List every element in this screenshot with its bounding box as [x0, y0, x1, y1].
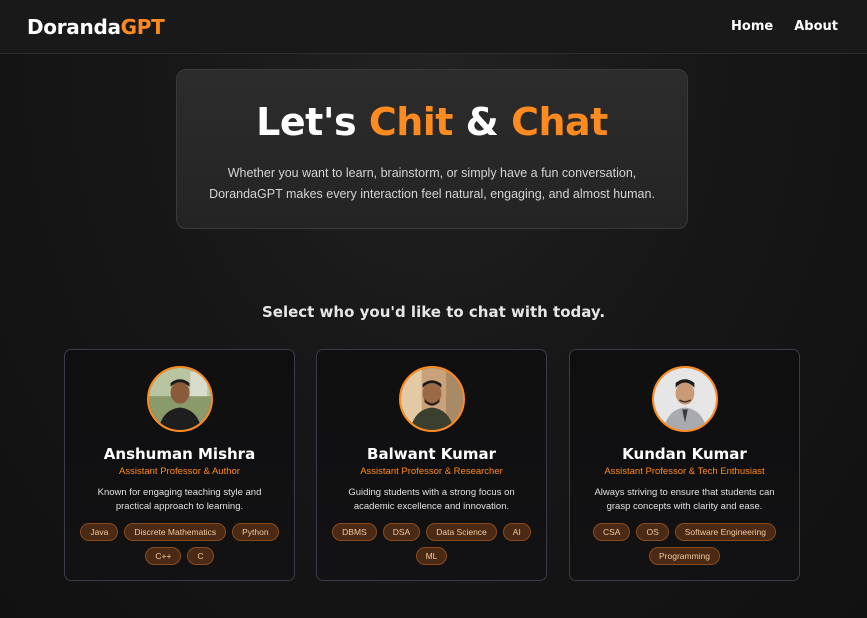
nav-about-link[interactable]: About — [794, 19, 838, 34]
tag: C — [187, 547, 214, 565]
persona-tags: Java Discrete Mathematics Python C++ C — [79, 523, 280, 565]
tag: ML — [415, 547, 448, 565]
hero-title-part1: Let's — [256, 100, 369, 144]
navbar: DorandaGPT Home About — [0, 0, 867, 54]
tag: Java — [80, 523, 119, 541]
avatar-photo-icon — [653, 368, 716, 430]
tag: Data Science — [426, 523, 497, 541]
tag: Discrete Mathematics — [124, 523, 227, 541]
brand-logo[interactable]: DorandaGPT — [27, 15, 165, 39]
avatar — [146, 366, 213, 432]
avatar-photo-icon — [148, 368, 211, 430]
persona-name: Anshuman Mishra — [103, 445, 256, 463]
persona-description: Guiding students with a strong focus on … — [348, 487, 515, 512]
brand-accent: GPT — [120, 15, 165, 39]
persona-description: Always striving to ensure that students … — [594, 487, 775, 512]
tag: DSA — [382, 523, 421, 541]
persona-tags: DBMS DSA Data Science AI ML — [331, 523, 532, 565]
select-heading: Select who you'd like to chat with today… — [261, 303, 606, 321]
hero-title-part2: & — [452, 100, 512, 144]
persona-card-balwant[interactable]: Balwant Kumar Assistant Professor & Rese… — [316, 349, 547, 581]
hero-card: Let's Chit & Chat Whether you want to le… — [176, 69, 688, 229]
persona-description: Known for engaging teaching style and pr… — [97, 487, 262, 512]
persona-role: Assistant Professor & Researcher — [360, 466, 503, 477]
tag: Programming — [648, 547, 721, 565]
persona-tags: CSA OS Software Engineering Programming — [584, 523, 785, 565]
persona-card-kundan[interactable]: Kundan Kumar Assistant Professor & Tech … — [569, 349, 800, 581]
persona-cards: Anshuman Mishra Assistant Professor & Au… — [64, 349, 800, 581]
tag: CSA — [592, 523, 631, 541]
tag: OS — [636, 523, 669, 541]
avatar — [651, 366, 718, 432]
hero-title-accent2: Chat — [511, 100, 608, 144]
avatar-photo-icon — [400, 368, 463, 430]
tag: AI — [502, 523, 531, 541]
hero-subtitle: Whether you want to learn, brainstorm, o… — [209, 166, 655, 201]
hero-title: Let's Chit & Chat — [177, 100, 687, 144]
persona-card-anshuman[interactable]: Anshuman Mishra Assistant Professor & Au… — [64, 349, 295, 581]
tag: C++ — [145, 547, 182, 565]
tag: DBMS — [332, 523, 377, 541]
persona-role: Assistant Professor & Tech Enthusiast — [604, 466, 765, 477]
tag: Software Engineering — [674, 523, 777, 541]
nav-home-link[interactable]: Home — [731, 19, 773, 34]
nav-links: Home About — [731, 19, 838, 34]
persona-name: Balwant Kumar — [367, 445, 496, 463]
persona-name: Kundan Kumar — [622, 445, 747, 463]
avatar — [398, 366, 465, 432]
brand-main: Doranda — [27, 15, 121, 39]
persona-role: Assistant Professor & Author — [119, 466, 240, 477]
hero-title-accent1: Chit — [368, 100, 454, 144]
tag: Python — [232, 523, 279, 541]
